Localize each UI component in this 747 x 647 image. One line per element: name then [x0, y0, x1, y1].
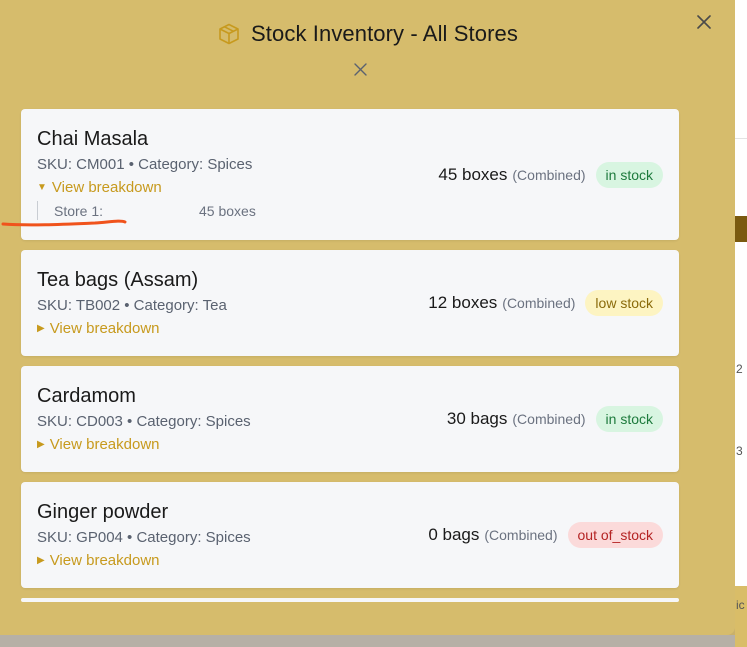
background-text: 3 — [736, 444, 743, 458]
item-sku-category: SKU: CD003 • Category: Spices — [37, 413, 251, 430]
inventory-item-card: Tea bags (Assam) SKU: TB002 • Category: … — [21, 250, 679, 356]
item-name: Cardamom — [37, 385, 136, 407]
combined-label: (Combined) — [502, 295, 576, 311]
breakdown-row: Store 1: 45 boxes — [37, 201, 367, 221]
combined-label: (Combined) — [512, 166, 586, 183]
inventory-list: Chai Masala SKU: CM001 • Category: Spice… — [21, 109, 679, 602]
breakdown-quantity: 45 boxes — [199, 203, 256, 219]
triangle-right-icon: ▶ — [37, 555, 45, 566]
header-close-button[interactable] — [349, 58, 371, 80]
status-badge: in stock — [595, 161, 663, 188]
item-info: Chai Masala SKU: CM001 • Category: Spice… — [37, 127, 367, 221]
item-quantity: 0 bags — [428, 525, 480, 544]
combined-label: (Combined) — [484, 527, 558, 543]
breakdown-divider — [37, 201, 38, 220]
modal-header: Stock Inventory - All Stores — [0, 18, 735, 50]
item-quantity-group: 12 boxes (Combined) — [428, 293, 575, 313]
view-breakdown-label: View breakdown — [49, 436, 160, 453]
item-sku-category: SKU: TB002 • Category: Tea — [37, 297, 227, 314]
inventory-item-card: Cardamom SKU: CD003 • Category: Spices ▶… — [21, 366, 679, 472]
item-quantity: 12 boxes — [428, 293, 498, 312]
inventory-item-card: Ginger powder SKU: GP004 • Category: Spi… — [21, 482, 679, 588]
item-sku-category: SKU: CM001 • Category: Spices — [37, 156, 253, 173]
background-text: 2 — [736, 362, 743, 376]
item-stock-summary: 30 bags (Combined) in stock — [447, 406, 663, 432]
item-name: Tea bags (Assam) — [37, 269, 199, 291]
modal-title: Stock Inventory - All Stores — [251, 21, 518, 46]
triangle-right-icon: ▶ — [37, 439, 45, 450]
view-breakdown-label: View breakdown — [49, 320, 160, 337]
status-badge: in stock — [595, 406, 663, 432]
combined-label: (Combined) — [512, 411, 586, 427]
background-divider — [735, 138, 747, 139]
backdrop-strip — [0, 635, 735, 647]
item-info: Tea bags (Assam) SKU: TB002 • Category: … — [37, 268, 367, 339]
background-app: 2 3 ic — [735, 0, 747, 647]
item-quantity: 30 bags — [446, 409, 508, 428]
triangle-down-icon: ▼ — [37, 182, 47, 193]
box-icon — [219, 23, 239, 45]
item-quantity-group: 45 boxes (Combined) — [438, 165, 585, 185]
breakdown-store-label: Store 1: — [54, 203, 104, 219]
item-quantity-group: 0 bags (Combined) — [428, 525, 557, 545]
item-name: Ginger powder — [37, 501, 169, 523]
item-stock-summary: 45 boxes (Combined) in stock — [438, 161, 663, 188]
item-name: Chai Masala — [37, 128, 149, 150]
triangle-right-icon: ▶ — [37, 323, 45, 334]
item-quantity-group: 30 bags (Combined) — [447, 409, 586, 429]
item-stock-summary: 0 bags (Combined) out of_stock — [428, 522, 663, 548]
inventory-item-card: Chai Masala SKU: CM001 • Category: Spice… — [21, 109, 679, 240]
view-breakdown-toggle[interactable]: ▶ View breakdown — [37, 435, 160, 455]
background-bar — [735, 216, 747, 242]
item-quantity: 45 boxes — [438, 164, 508, 184]
view-breakdown-label: View breakdown — [51, 179, 162, 196]
item-stock-summary: 12 boxes (Combined) low stock — [428, 290, 663, 316]
status-badge: low stock — [585, 290, 663, 316]
status-badge: out of_stock — [567, 522, 663, 548]
background-footer — [735, 586, 747, 647]
item-info: Ginger powder SKU: GP004 • Category: Spi… — [37, 500, 367, 571]
stock-inventory-modal: Stock Inventory - All Stores Chai Masala… — [0, 0, 735, 635]
view-breakdown-toggle[interactable]: ▶ View breakdown — [37, 551, 160, 571]
close-icon — [353, 62, 367, 76]
view-breakdown-toggle[interactable]: ▼ View breakdown — [37, 178, 162, 198]
item-info: Cardamom SKU: CD003 • Category: Spices ▶… — [37, 384, 367, 455]
inventory-item-card-partial — [21, 598, 679, 602]
background-text: ic — [736, 598, 745, 612]
item-sku-category: SKU: GP004 • Category: Spices — [37, 529, 251, 546]
view-breakdown-label: View breakdown — [49, 552, 160, 569]
view-breakdown-toggle[interactable]: ▶ View breakdown — [37, 319, 160, 339]
